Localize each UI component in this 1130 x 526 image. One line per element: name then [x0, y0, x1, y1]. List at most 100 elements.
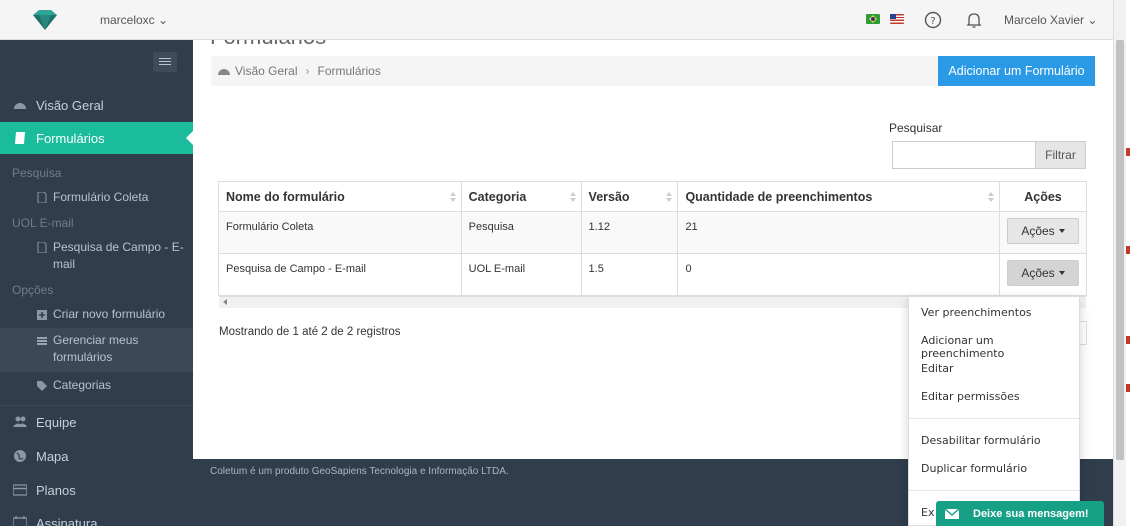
users-icon [13, 416, 27, 427]
table-header-row: Nome do formulário Categoria Versão Quan… [218, 181, 1087, 212]
actions-button[interactable]: Ações [1007, 218, 1079, 244]
flag-brazil-icon[interactable] [866, 14, 880, 24]
message-button[interactable]: Deixe sua mensagem! [936, 501, 1104, 526]
cell-version: 1.5 [580, 253, 679, 296]
cell-version: 1.12 [580, 211, 679, 254]
scroll-left-icon[interactable] [223, 299, 227, 305]
sidebar-item-label: Formulário Coleta [53, 190, 149, 204]
user-menu[interactable]: Marcelo Xavier ⌄ [1004, 13, 1097, 27]
sidebar-item-manage-forms[interactable]: Gerenciar meus formulários [0, 328, 193, 372]
sidebar-item-label: Gerenciar meus formulários [53, 333, 139, 364]
sidebar-item-overview[interactable]: Visão Geral [0, 89, 193, 121]
column-header-name[interactable]: Nome do formulário [218, 181, 462, 212]
sidebar-item-formulario-coleta[interactable]: Formulário Coleta [0, 189, 193, 206]
menu-divider [909, 490, 1079, 491]
menu-item-add-entry[interactable]: Adicionar um preenchimento [921, 334, 1079, 360]
cell-category: Pesquisa [460, 211, 582, 254]
book-icon [15, 132, 25, 144]
cell-category: UOL E-mail [460, 253, 582, 296]
search-input[interactable] [892, 141, 1036, 169]
breadcrumb-current: Formulários [317, 64, 381, 78]
table-info: Mostrando de 1 até 2 de 2 registros [219, 326, 401, 338]
flag-usa-icon[interactable] [890, 14, 904, 24]
sidebar: Visão Geral Formulários Pesquisa Formulá… [0, 40, 194, 526]
menu-item-view-entries[interactable]: Ver preenchimentos [921, 306, 1032, 319]
cell-count: 0 [677, 253, 1000, 296]
chevron-down-icon: ⌄ [1087, 13, 1098, 27]
top-bar: marceloxc ⌄ ? Marcelo Xavier ⌄ [0, 0, 1113, 40]
svg-text:?: ? [930, 16, 935, 27]
sidebar-group-label: Pesquisa [12, 166, 62, 180]
calendar-icon [13, 516, 27, 526]
account-name: marceloxc [100, 13, 155, 27]
menu-item-delete[interactable]: Ex [921, 506, 934, 519]
cell-count: 21 [677, 211, 1000, 254]
filter-button[interactable]: Filtrar [1035, 141, 1086, 169]
table-row: Pesquisa de Campo - E-mail UOL E-mail 1.… [218, 253, 1087, 296]
search-label: Pesquisar [889, 121, 943, 135]
sidebar-item-label: Criar novo formulário [53, 307, 166, 321]
menu-item-disable[interactable]: Desabilitar formulário [921, 434, 1041, 447]
caret-down-icon [1058, 271, 1065, 275]
user-name: Marcelo Xavier [1004, 13, 1085, 27]
sidebar-item-plans[interactable]: Planos [0, 474, 193, 506]
sort-icon [666, 192, 673, 202]
chevron-down-icon: ⌄ [158, 13, 169, 27]
message-button-label: Deixe sua mensagem! [973, 507, 1089, 520]
add-form-button[interactable]: Adicionar um Formulário [938, 56, 1095, 86]
logo-icon[interactable] [30, 9, 60, 31]
scrollbar-thumb[interactable] [1116, 40, 1124, 460]
menu-item-duplicate[interactable]: Duplicar formulário [921, 462, 1027, 475]
sidebar-item-pesquisa-campo[interactable]: Pesquisa de Campo - E-mail [0, 239, 193, 273]
menu-item-edit[interactable]: Editar [921, 362, 954, 375]
caret-down-icon [1058, 229, 1065, 233]
tag-icon [37, 381, 47, 391]
sidebar-item-categories[interactable]: Categorias [0, 377, 193, 394]
list-icon [37, 337, 47, 345]
sidebar-item-subscription[interactable]: Assinatura [0, 507, 193, 526]
file-icon [37, 192, 47, 203]
sidebar-item-team[interactable]: Equipe [0, 406, 193, 438]
actions-button[interactable]: Ações [1007, 260, 1079, 286]
sidebar-item-label: Planos [36, 482, 76, 498]
plus-square-icon [37, 310, 47, 320]
column-header-category[interactable]: Categoria [460, 181, 582, 212]
globe-icon [14, 450, 26, 462]
help-icon[interactable]: ? [924, 11, 942, 29]
forms-table: Nome do formulário Categoria Versão Quan… [218, 181, 1087, 296]
sidebar-item-label: Pesquisa de Campo - E-mail [53, 240, 184, 271]
footer-text: Coletum é um produto GeoSapiens Tecnolog… [210, 466, 509, 477]
page-vertical-scrollbar[interactable] [1113, 0, 1126, 526]
credit-card-icon [13, 484, 27, 496]
breadcrumb-separator-icon: › [305, 64, 310, 78]
table-row: Formulário Coleta Pesquisa 1.12 21 Ações [218, 211, 1087, 254]
cell-actions: Ações [999, 211, 1087, 254]
column-header-count[interactable]: Quantidade de preenchimentos [677, 181, 1000, 212]
sidebar-item-label: Visão Geral [36, 97, 104, 113]
bell-icon[interactable] [965, 11, 983, 29]
sidebar-item-label: Assinatura [36, 515, 98, 526]
sort-icon [449, 192, 456, 202]
cell-name: Pesquisa de Campo - E-mail [218, 253, 462, 296]
sidebar-item-forms[interactable]: Formulários [0, 122, 194, 154]
column-header-version[interactable]: Versão [580, 181, 679, 212]
menu-item-edit-permissions[interactable]: Editar permissões [921, 390, 1020, 403]
sort-icon [569, 192, 576, 202]
menu-toggle-button[interactable] [153, 52, 177, 72]
sidebar-group-label: UOL E-mail [12, 216, 74, 230]
cell-name: Formulário Coleta [218, 211, 462, 254]
sidebar-item-label: Formulários [36, 130, 105, 146]
actions-dropdown-menu: Ver preenchimentos Adicionar um preenchi… [908, 296, 1080, 526]
envelope-icon [945, 508, 959, 519]
sidebar-group-label: Opções [12, 283, 54, 297]
sidebar-item-create-form[interactable]: Criar novo formulário [0, 306, 193, 323]
sort-icon [988, 192, 994, 202]
file-icon [37, 242, 47, 253]
column-header-actions: Ações [999, 181, 1087, 212]
sidebar-item-label: Mapa [36, 448, 69, 464]
account-selector[interactable]: marceloxc ⌄ [100, 13, 168, 27]
sidebar-item-map[interactable]: Mapa [0, 440, 193, 472]
sidebar-item-label: Categorias [53, 378, 112, 392]
breadcrumb-home[interactable]: Visão Geral [235, 64, 297, 78]
dashboard-icon [218, 69, 230, 75]
